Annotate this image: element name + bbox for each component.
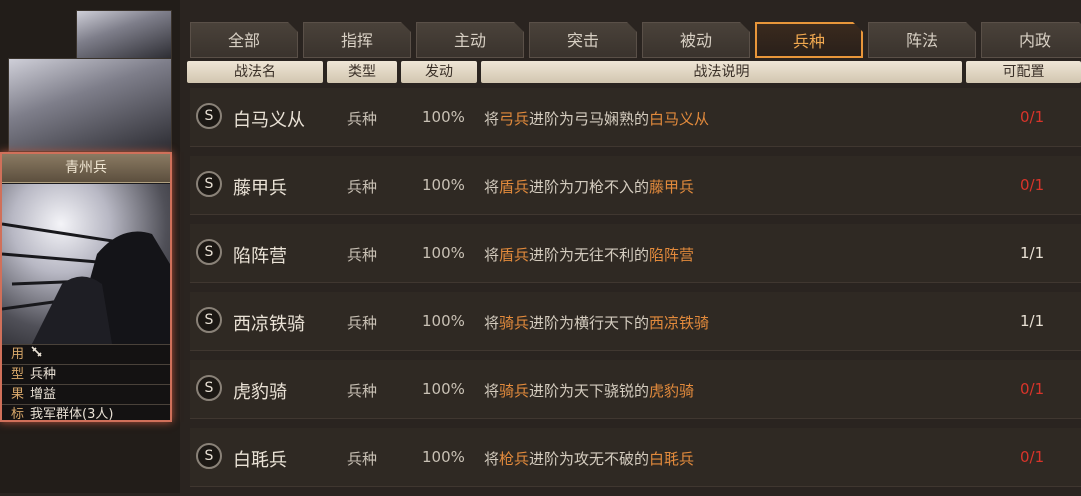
tactic-list: S 白马义从 兵种 100% 将弓兵进阶为弓马娴熟的白马义从 0/1 S 藤甲兵… — [190, 88, 1081, 496]
tactic-rate: 100% — [422, 312, 465, 330]
tactic-description: 将骑兵进阶为天下骁锐的虎豹骑 — [484, 382, 695, 400]
left-panel: 青州兵 用 型 兵种 果 增益 标 我军群体(3人) — [0, 0, 180, 493]
header-rate[interactable]: 发动 — [401, 61, 477, 83]
tactic-config-count: 1/1 — [1020, 244, 1045, 262]
tactic-type: 兵种 — [347, 110, 378, 128]
tab-assault[interactable]: 突击 — [529, 22, 637, 58]
tactic-name: 藤甲兵 — [233, 178, 287, 199]
tactic-type: 兵种 — [347, 382, 378, 400]
grade-badge: S — [196, 375, 222, 401]
header-description: 战法说明 — [481, 61, 962, 83]
grade-badge: S — [196, 103, 222, 129]
tactic-name: 白毦兵 — [233, 450, 287, 471]
tactic-type: 兵种 — [347, 178, 378, 196]
info-row: 型 兵种 — [2, 364, 170, 384]
tactic-name: 陷阵营 — [233, 246, 287, 267]
tactic-name: 白马义从 — [233, 110, 305, 131]
selected-tactic-card[interactable]: 青州兵 用 型 兵种 果 增益 标 我军群体(3人) — [0, 152, 172, 422]
tab-command[interactable]: 指挥 — [303, 22, 411, 58]
tactic-config-count: 0/1 — [1020, 380, 1045, 398]
grade-badge: S — [196, 307, 222, 333]
tactic-thumbnail-middle[interactable] — [8, 58, 172, 152]
tactic-row[interactable]: S 白毦兵 兵种 100% 将枪兵进阶为攻无不破的白毦兵 0/1 — [190, 428, 1081, 487]
tactic-thumbnail-top[interactable] — [76, 10, 172, 60]
tactic-rate: 100% — [422, 448, 465, 466]
tactic-type: 兵种 — [347, 450, 378, 468]
tactic-description: 将骑兵进阶为横行天下的西凉铁骑 — [484, 314, 710, 332]
header-type[interactable]: 类型 — [327, 61, 397, 83]
tactic-type: 兵种 — [347, 314, 378, 332]
tactic-name: 虎豹骑 — [233, 382, 287, 403]
info-row: 标 我军群体(3人) — [2, 404, 170, 422]
sword-icon — [30, 345, 44, 364]
info-value: 我军群体(3人) — [30, 407, 114, 422]
soldiers-silhouette-icon — [2, 222, 170, 344]
tactic-row[interactable]: S 虎豹骑 兵种 100% 将骑兵进阶为天下骁锐的虎豹骑 0/1 — [190, 360, 1081, 419]
tactic-description: 将枪兵进阶为攻无不破的白毦兵 — [484, 450, 695, 468]
header-name[interactable]: 战法名 — [187, 61, 323, 83]
tab-formation[interactable]: 阵法 — [868, 22, 976, 58]
tactic-rate: 100% — [422, 108, 465, 126]
tab-internal[interactable]: 内政 — [981, 22, 1081, 58]
info-key: 用 — [10, 347, 24, 362]
tactic-name: 西凉铁骑 — [233, 314, 305, 335]
category-tabs: 全部 指挥 主动 突击 被动 兵种 阵法 内政 — [190, 22, 1081, 59]
tactic-config-count: 0/1 — [1020, 108, 1045, 126]
grade-badge: S — [196, 239, 222, 265]
info-key: 果 — [10, 387, 24, 402]
info-value: 兵种 — [30, 367, 57, 382]
tactic-description: 将盾兵进阶为刀枪不入的藤甲兵 — [484, 178, 695, 196]
tactic-rate: 100% — [422, 176, 465, 194]
card-art-image — [2, 184, 170, 344]
tab-passive[interactable]: 被动 — [642, 22, 750, 58]
tactic-row[interactable]: S 陷阵营 兵种 100% 将盾兵进阶为无往不利的陷阵营 1/1 — [190, 224, 1081, 283]
info-row: 用 — [2, 344, 170, 364]
grade-badge: S — [196, 171, 222, 197]
tactic-row[interactable]: S 藤甲兵 兵种 100% 将盾兵进阶为刀枪不入的藤甲兵 0/1 — [190, 156, 1081, 215]
tactic-row[interactable]: S 西凉铁骑 兵种 100% 将骑兵进阶为横行天下的西凉铁骑 1/1 — [190, 292, 1081, 351]
tactic-rate: 100% — [422, 244, 465, 262]
tactic-row[interactable]: S 白马义从 兵种 100% 将弓兵进阶为弓马娴熟的白马义从 0/1 — [190, 88, 1081, 147]
tab-active[interactable]: 主动 — [416, 22, 524, 58]
grade-badge: S — [196, 443, 222, 469]
tactic-type: 兵种 — [347, 246, 378, 264]
tactic-config-count: 0/1 — [1020, 176, 1045, 194]
info-value: 增益 — [30, 387, 57, 402]
header-configurable[interactable]: 可配置 — [966, 61, 1081, 83]
info-row: 果 增益 — [2, 384, 170, 404]
card-title: 青州兵 — [2, 154, 170, 183]
card-info: 用 型 兵种 果 增益 标 我军群体(3人) — [2, 344, 170, 422]
tab-all[interactable]: 全部 — [190, 22, 298, 58]
info-key: 标 — [10, 407, 24, 422]
info-key: 型 — [10, 367, 24, 382]
tactic-description: 将盾兵进阶为无往不利的陷阵营 — [484, 246, 695, 264]
tactic-config-count: 1/1 — [1020, 312, 1045, 330]
tab-troop[interactable]: 兵种 — [755, 22, 863, 58]
tactic-rate: 100% — [422, 380, 465, 398]
tactic-config-count: 0/1 — [1020, 448, 1045, 466]
tactic-description: 将弓兵进阶为弓马娴熟的白马义从 — [484, 110, 710, 128]
